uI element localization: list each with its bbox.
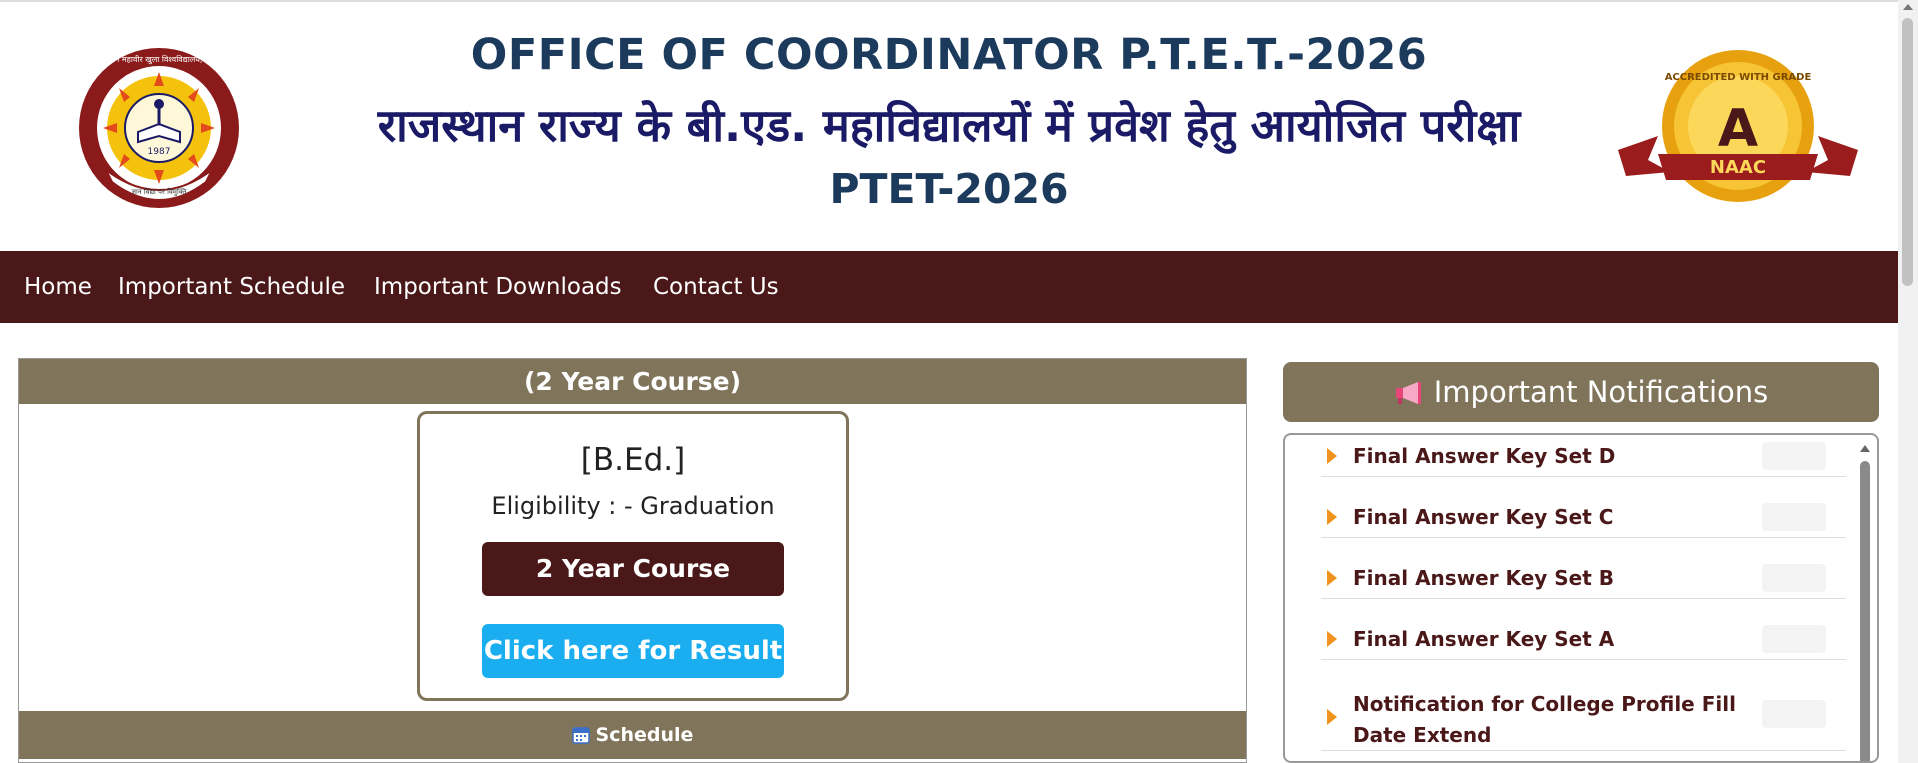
notification-item[interactable]: Final Answer Key Set A	[1321, 618, 1846, 660]
svg-text:NAAC: NAAC	[1710, 157, 1766, 178]
megaphone-icon	[1395, 382, 1421, 404]
nav-contact-us[interactable]: Contact Us	[653, 251, 779, 323]
notification-item[interactable]: Final Answer Key Set C	[1321, 496, 1846, 538]
two-year-course-button[interactable]: 2 Year Course	[482, 542, 784, 596]
notifications-title: Important Notifications	[1433, 375, 1769, 409]
page-scrollbar[interactable]	[1898, 0, 1918, 763]
course-card-title: [B.Ed.]	[580, 442, 686, 478]
bullet-icon	[1327, 709, 1337, 725]
bullet-icon	[1327, 570, 1337, 586]
scrollbar-thumb[interactable]	[1860, 461, 1870, 761]
header-title-hindi: राजस्थान राज्य के बी.एड. महाविद्यालयों म…	[377, 99, 1521, 152]
svg-text:A: A	[1718, 99, 1758, 159]
main-navbar: Home Important Schedule Important Downlo…	[0, 251, 1898, 323]
schedule-label: Schedule	[595, 724, 694, 746]
schedule-bar[interactable]: Schedule	[19, 711, 1246, 759]
header-title-english: OFFICE OF COORDINATOR P.T.E.T.-2026	[470, 30, 1428, 80]
bullet-icon	[1327, 631, 1337, 647]
new-badge	[1762, 503, 1826, 531]
result-button[interactable]: Click here for Result	[482, 624, 784, 678]
notification-item[interactable]: Notification for College Profile Fill Da…	[1321, 679, 1846, 751]
nav-important-schedule[interactable]: Important Schedule	[118, 251, 345, 323]
new-badge	[1762, 442, 1826, 470]
scrollbar-thumb[interactable]	[1902, 18, 1913, 286]
new-badge	[1762, 700, 1826, 728]
scroll-up-icon[interactable]	[1903, 4, 1913, 10]
course-card: [B.Ed.] Eligibility : - Graduation 2 Yea…	[417, 411, 849, 701]
site-header: 1987 ज्ञान विद्या पर विमुक्ति वर्धमान मह…	[0, 0, 1898, 251]
naac-a-grade-badge-icon: ACCREDITED WITH GRADE A NAAC	[1618, 50, 1858, 202]
notifications-list: Final Answer Key Set D Final Answer Key …	[1283, 433, 1879, 763]
notification-item[interactable]: Final Answer Key Set D	[1321, 435, 1846, 477]
course-panel-title: (2 Year Course)	[19, 359, 1246, 404]
nav-home[interactable]: Home	[24, 251, 92, 323]
bullet-icon	[1327, 448, 1337, 464]
svg-text:ACCREDITED WITH GRADE: ACCREDITED WITH GRADE	[1665, 72, 1812, 83]
course-panel: (2 Year Course) [B.Ed.] Eligibility : - …	[18, 358, 1247, 763]
notifications-header: Important Notifications	[1283, 362, 1879, 422]
course-eligibility: Eligibility : - Graduation	[491, 492, 775, 520]
notifications-scrollbar[interactable]	[1855, 435, 1875, 761]
new-badge	[1762, 625, 1826, 653]
bullet-icon	[1327, 509, 1337, 525]
new-badge	[1762, 564, 1826, 592]
calendar-icon	[571, 727, 590, 744]
scroll-up-icon[interactable]	[1860, 445, 1870, 452]
header-title-short: PTET-2026	[829, 165, 1069, 213]
notification-item[interactable]: Final Answer Key Set B	[1321, 557, 1846, 599]
page: 1987 ज्ञान विद्या पर विमुक्ति वर्धमान मह…	[0, 0, 1918, 763]
nav-important-downloads[interactable]: Important Downloads	[374, 251, 622, 323]
